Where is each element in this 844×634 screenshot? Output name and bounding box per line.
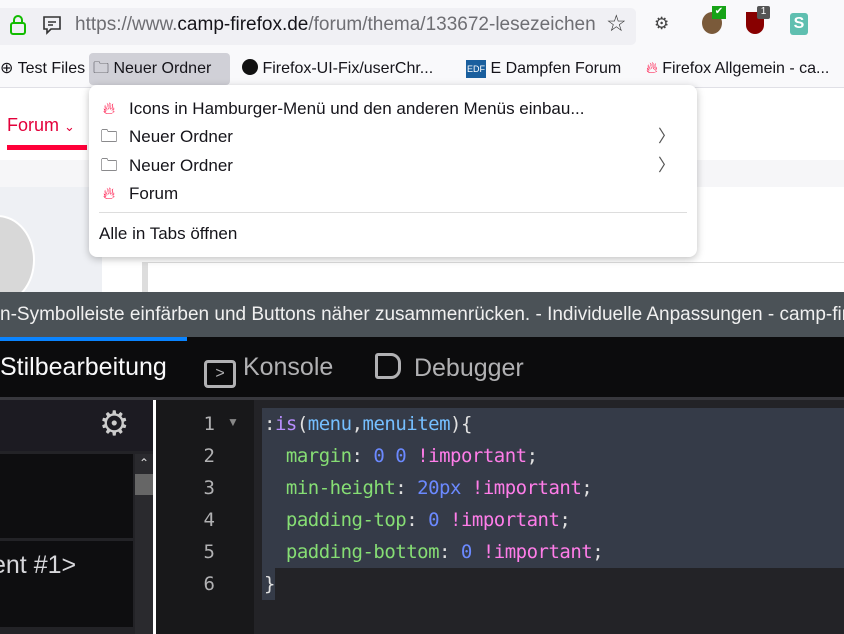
chevron-right-icon: 〉 [658,127,675,146]
folder-icon: 🗀 [100,156,118,175]
line-number: 5 [203,541,215,563]
flame-icon: 🔥︎ [646,60,658,77]
menu-separator [99,212,687,213]
ublock-icon[interactable]: 1 [746,6,770,34]
globe-icon: ⊕ [0,60,14,77]
stylesheet-item[interactable] [0,454,133,538]
scrollbar-thumb[interactable] [135,474,153,495]
line-number: 2 [203,445,215,467]
bookmark-test-files[interactable]: ⊕ Test Files [0,53,89,85]
active-tab-indicator [0,337,187,341]
gear-icon[interactable]: ⚙ [99,404,129,444]
tab-debugger[interactable]: Debugger [375,353,524,383]
lock-icon[interactable] [9,14,27,36]
bookmark-firefox-ui-fix[interactable]: Firefox-UI-Fix/userChr... [238,53,437,85]
stylus-icon[interactable]: S [790,13,808,35]
line-number: 3 [203,477,215,499]
code-line[interactable]: margin: 0 0 !important; [264,445,538,467]
post-box [142,262,844,292]
cookie-extension-icon[interactable]: ✔ [702,6,726,34]
tab-style-editor[interactable]: Stilbearbeitung [0,353,167,382]
chevron-right-icon: 〉 [658,156,675,175]
line-number: 1 [203,413,215,435]
stylesheet-toolbar [0,400,153,451]
github-icon [242,59,258,75]
edf-icon: EDF [466,60,486,78]
devtools-window-title: n-Symbolleiste einfärben und Buttons näh… [0,292,844,337]
folder-icon: 🗀 [100,127,118,146]
menu-item-folder[interactable]: 🗀 Neuer Ordner 〉 [99,152,687,180]
devtools-tabbar: Stilbearbeitung > Konsole Debugger [0,337,844,397]
flame-icon: 🔥︎ [102,184,116,203]
console-icon: > [204,360,236,388]
bookmark-star-icon[interactable]: ☆ [606,10,627,37]
bookmarks-toolbar: ⊕ Test Files 🗀 Neuer Ordner Firefox-UI-F… [0,50,844,88]
nav-active-underline [7,145,87,150]
reader-comment-icon[interactable] [42,15,62,35]
code-line[interactable]: :is(menu,menuitem){ [264,413,472,435]
code-line[interactable]: } [264,573,275,595]
bookmark-folder-neuer-ordner[interactable]: 🗀 Neuer Ordner [89,53,230,85]
line-number: 4 [203,509,215,531]
code-line[interactable]: min-height: 20px !important; [264,477,593,499]
folder-icon: 🗀 [93,60,110,77]
nav-forum[interactable]: Forum ⌄ [7,115,75,136]
line-number: 6 [203,573,215,595]
fold-triangle-icon[interactable]: ▼ [227,415,239,429]
bookmark-folder-menu: 🔥︎ Icons in Hamburger-Menü und den andere… [89,85,697,257]
debugger-icon [375,353,401,379]
flame-icon: 🔥︎ [102,99,116,118]
tab-console[interactable]: > Konsole [204,353,333,388]
menu-item-bookmark[interactable]: 🔥︎ Icons in Hamburger-Menü und den andere… [99,95,687,123]
code-line[interactable]: padding-bottom: 0 !important; [264,541,604,563]
bookmark-firefox-allgemein[interactable]: 🔥︎ Firefox Allgemein - ca... [642,53,833,85]
scroll-up-icon[interactable]: ⌃ [135,456,153,470]
menu-item-bookmark[interactable]: 🔥︎ Forum [99,180,687,208]
scrollbar[interactable]: ⌃ [135,454,153,634]
handshake-icon[interactable]: ⚙ [654,14,669,34]
menu-item-folder[interactable]: 🗀 Neuer Ordner 〉 [99,123,687,151]
bookmark-e-dampfen-forum[interactable]: EDF E Dampfen Forum [462,53,625,85]
url-text[interactable]: https://www.camp-firefox.de/forum/thema/… [75,14,600,36]
stylesheet-item[interactable]: ent #1> [0,541,133,627]
code-line[interactable]: padding-top: 0 !important; [264,509,571,531]
menu-item-open-all-in-tabs[interactable]: Alle in Tabs öffnen [99,220,687,248]
